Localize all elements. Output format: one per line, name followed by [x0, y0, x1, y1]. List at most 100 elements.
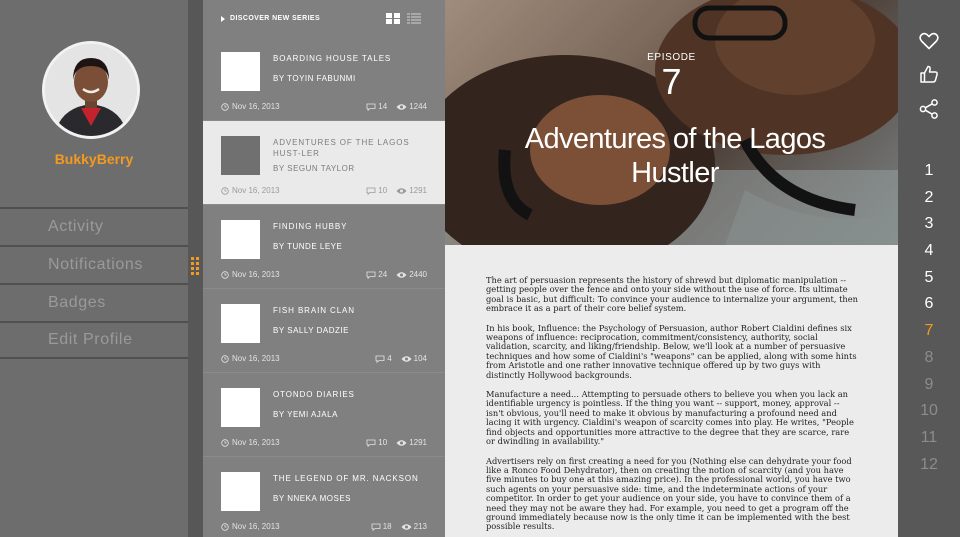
- series-author: BY TUNDE LEYE: [273, 242, 343, 251]
- series-title: OTONDO DIARIES: [273, 390, 355, 399]
- series-meta: Nov 16, 2013 18 213: [221, 522, 427, 531]
- series-meta: Nov 16, 2013 14 1244: [221, 102, 427, 111]
- series-title: THE LEGEND OF MR. NACKSON: [273, 474, 419, 483]
- drag-handle-icon[interactable]: [191, 257, 201, 277]
- avatar[interactable]: [42, 41, 140, 139]
- nav-notifications[interactable]: Notifications: [0, 245, 188, 283]
- heart-icon[interactable]: [918, 30, 940, 52]
- episode-link-8[interactable]: 8: [898, 345, 960, 372]
- episode-hero: EPISODE 7 Adventures of the Lagos Hustle…: [445, 0, 898, 245]
- episode-link-7-current[interactable]: 7: [898, 318, 960, 345]
- episode-link-3[interactable]: 3: [898, 211, 960, 238]
- comment-count: 18: [382, 522, 392, 531]
- view-count: 1244: [409, 102, 427, 111]
- episode-link-11[interactable]: 11: [898, 425, 960, 452]
- episode-link-1[interactable]: 1: [898, 158, 960, 185]
- list-header: DISCOVER NEW SERIES: [203, 0, 445, 37]
- comment-icon: [366, 439, 376, 447]
- nav-badges[interactable]: Badges: [0, 283, 188, 321]
- eye-icon: [396, 103, 407, 110]
- series-meta: Nov 16, 2013 24 2440: [221, 270, 427, 279]
- series-item[interactable]: OTONDO DIARIES BY YEMI AJALA Nov 16, 201…: [203, 373, 445, 457]
- clock-icon: [221, 270, 229, 279]
- episode-link-6[interactable]: 6: [898, 291, 960, 318]
- clock-icon: [221, 102, 229, 111]
- comment-count: 4: [387, 354, 392, 363]
- series-author: BY SALLY DADZIE: [273, 326, 349, 335]
- view-count: 213: [413, 522, 427, 531]
- series-date: Nov 16, 2013: [232, 354, 280, 363]
- profile-sidebar: BukkyBerry Activity Notifications Badges…: [0, 0, 188, 537]
- series-list: DISCOVER NEW SERIES BOARDING HOUSE TALES…: [203, 0, 445, 537]
- series-title: FISH BRAIN CLAN: [273, 306, 355, 315]
- grid-view-icon[interactable]: [386, 13, 400, 26]
- series-title: BOARDING HOUSE TALES: [273, 54, 392, 63]
- series-thumbnail: [221, 52, 260, 91]
- nav-activity[interactable]: Activity: [0, 207, 188, 245]
- series-date: Nov 16, 2013: [232, 102, 280, 111]
- episode-link-5[interactable]: 5: [898, 265, 960, 292]
- series-date: Nov 16, 2013: [232, 270, 280, 279]
- episode-link-2[interactable]: 2: [898, 185, 960, 212]
- series-item[interactable]: BOARDING HOUSE TALES BY TOYIN FABUNMI No…: [203, 37, 445, 121]
- series-thumbnail: [221, 136, 260, 175]
- comment-count: 14: [378, 102, 388, 111]
- clock-icon: [221, 522, 229, 531]
- series-thumbnail: [221, 304, 260, 343]
- share-icon[interactable]: [918, 98, 940, 120]
- eye-icon: [396, 271, 407, 278]
- series-item[interactable]: FINDING HUBBY BY TUNDE LEYE Nov 16, 2013…: [203, 205, 445, 289]
- series-item[interactable]: FISH BRAIN CLAN BY SALLY DADZIE Nov 16, …: [203, 289, 445, 373]
- episode-link-10[interactable]: 10: [898, 398, 960, 425]
- panel-divider: [188, 0, 203, 537]
- comment-count: 10: [378, 438, 388, 447]
- view-toggle: [386, 13, 421, 26]
- series-item[interactable]: THE LEGEND OF MR. NACKSON BY NNEKA MOSES…: [203, 457, 445, 537]
- episode-title: Adventures of the Lagos Hustler: [524, 123, 826, 189]
- eye-icon: [396, 439, 407, 446]
- clock-icon: [221, 354, 229, 363]
- series-date: Nov 16, 2013: [232, 438, 280, 447]
- play-icon: [221, 15, 225, 22]
- series-author: BY SEGUN TAYLOR: [273, 164, 355, 173]
- nav-edit-profile[interactable]: Edit Profile: [0, 321, 188, 359]
- article-paragraph: Advertisers rely on first creating a nee…: [486, 455, 852, 532]
- article-paragraph: In his book, Influence: the Psychology o…: [486, 322, 857, 380]
- comment-icon: [366, 271, 376, 279]
- series-thumbnail: [221, 388, 260, 427]
- series-date: Nov 16, 2013: [232, 186, 280, 195]
- episode-link-12[interactable]: 12: [898, 452, 960, 479]
- comment-count: 10: [378, 186, 388, 195]
- eye-icon: [401, 523, 412, 530]
- comment-icon: [375, 355, 385, 363]
- comment-count: 24: [378, 270, 388, 279]
- episode-reader: EPISODE 7 Adventures of the Lagos Hustle…: [445, 0, 898, 537]
- episode-link-4[interactable]: 4: [898, 238, 960, 265]
- eye-icon: [401, 355, 412, 362]
- view-count: 2440: [409, 270, 427, 279]
- eye-icon: [396, 187, 407, 194]
- list-view-icon[interactable]: [407, 13, 421, 26]
- article-paragraph: The art of persuasion represents the his…: [486, 275, 858, 314]
- view-count: 1291: [409, 438, 427, 447]
- series-title: ADVENTURES OF THE LAGOS HUST-LER: [273, 138, 410, 158]
- article-body: The art of persuasion represents the his…: [486, 275, 860, 537]
- series-author: BY TOYIN FABUNMI: [273, 74, 356, 83]
- episode-rail: 1 2 3 4 5 6 7 8 9 10 11 12: [898, 0, 960, 537]
- series-date: Nov 16, 2013: [232, 522, 280, 531]
- clock-icon: [221, 438, 229, 447]
- series-meta: Nov 16, 2013 4 104: [221, 354, 427, 363]
- series-item-selected[interactable]: ADVENTURES OF THE LAGOS HUST-LER BY SEGU…: [203, 121, 445, 205]
- comment-icon: [366, 103, 376, 111]
- comment-icon: [366, 187, 376, 195]
- username: BukkyBerry: [54, 151, 134, 167]
- list-header-label[interactable]: DISCOVER NEW SERIES: [230, 15, 320, 22]
- episode-numbers: 1 2 3 4 5 6 7 8 9 10 11 12: [898, 158, 960, 478]
- thumbs-up-icon[interactable]: [918, 63, 940, 85]
- clock-icon: [221, 186, 229, 195]
- article-paragraph: Manufacture a need... Attempting to pers…: [486, 389, 854, 447]
- episode-link-9[interactable]: 9: [898, 372, 960, 399]
- series-author: BY YEMI AJALA: [273, 410, 338, 419]
- episode-number: 7: [661, 61, 682, 102]
- series-title: FINDING HUBBY: [273, 222, 348, 231]
